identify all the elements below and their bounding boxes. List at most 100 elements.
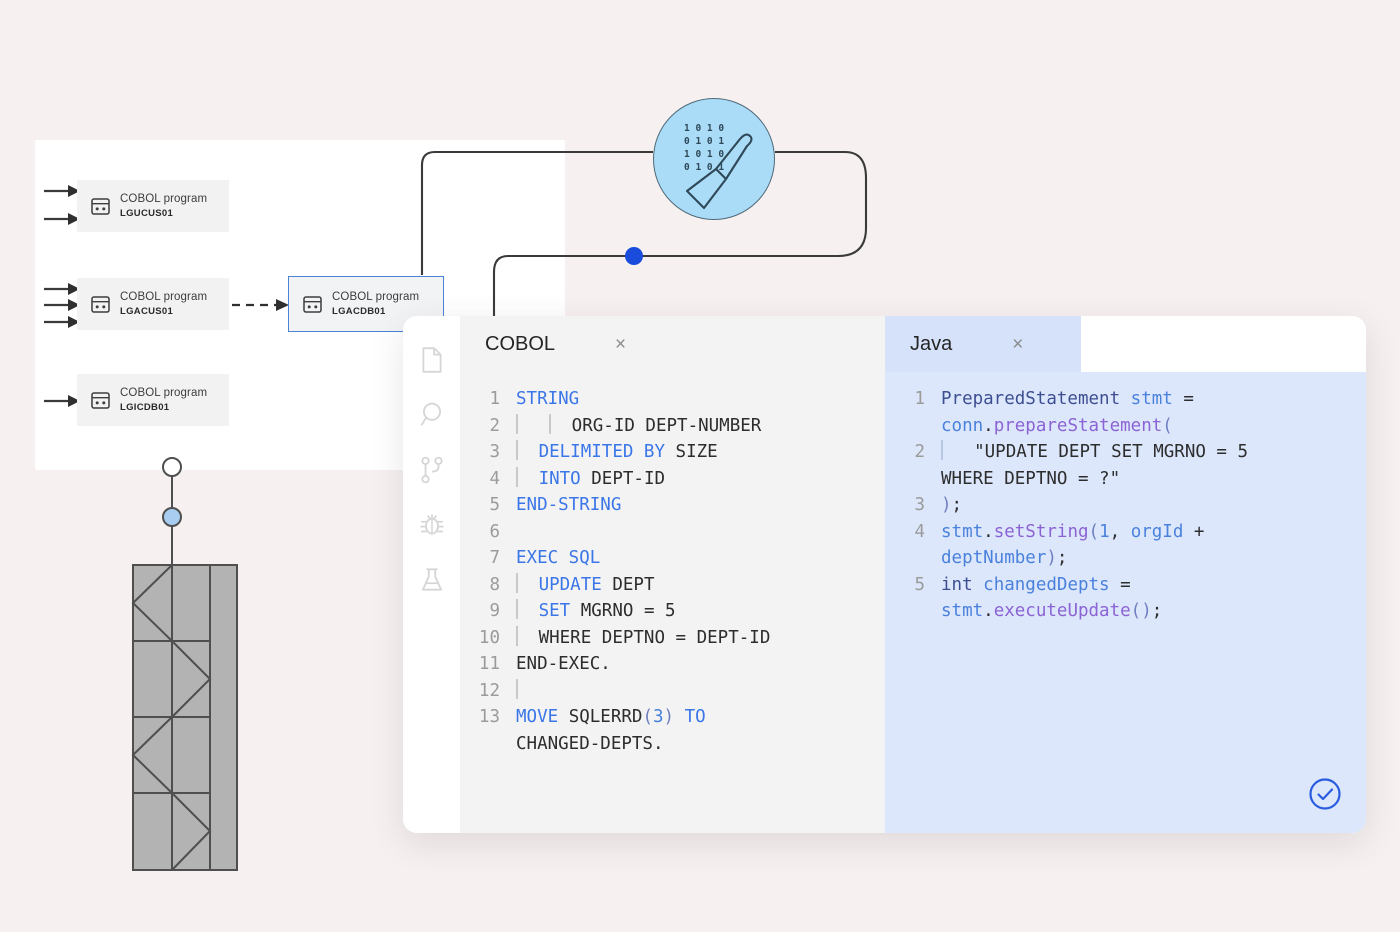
code-text — [516, 678, 885, 705]
line-number: 7 — [489, 548, 500, 568]
node-title: COBOL program — [120, 192, 208, 205]
close-icon[interactable]: × — [1012, 335, 1023, 354]
line-number: 12 — [478, 680, 500, 701]
code-token: () — [1130, 601, 1152, 621]
screenshot-stage: COBOL program LGUCUS01 COBOL program LGA… — [0, 0, 1400, 932]
tabbar-java: Java × — [885, 316, 1366, 372]
tab-java-label: Java — [910, 332, 953, 355]
code-token: . — [983, 601, 994, 621]
code-text: WHERE DEPTNO = DEPT-ID — [516, 625, 885, 652]
code-token: MGRNO = 5 — [570, 601, 676, 621]
code-token: = — [1183, 389, 1194, 409]
code-text: SET MGRNO = 5 — [516, 598, 885, 625]
code-token: ; — [951, 495, 963, 515]
pane-cobol: COBOL × 1 STRING 2 ORG-ID DEPT-NUMBER 3 DEL… — [460, 316, 885, 833]
check-circle-icon[interactable] — [1308, 777, 1342, 811]
code-token: UPDATE — [538, 574, 602, 595]
code-line: 10 WHERE DEPTNO = DEPT-ID — [460, 625, 885, 652]
code-editor-window: COBOL × 1 STRING 2 ORG-ID DEPT-NUMBER 3 DEL… — [403, 316, 1366, 833]
node-id: LGUCUS01 — [120, 208, 174, 220]
diagram-node-lgucus01[interactable]: COBOL program LGUCUS01 — [77, 180, 229, 232]
line-number: 4 — [914, 521, 925, 542]
line-number: 1 — [914, 389, 925, 409]
code-line: 1 PreparedStatement stmt = conn.prepareSt… — [885, 386, 1366, 439]
code-token: "UPDATE DEPT SET MGRNO = 5 WHERE DEPTNO … — [941, 442, 1249, 489]
close-icon[interactable]: × — [615, 335, 626, 354]
code-token: DEPT-ID — [580, 468, 666, 489]
svg-text:1 0 1 0: 1 0 1 0 — [684, 149, 724, 160]
search-icon[interactable] — [419, 401, 445, 429]
code-token: . — [983, 521, 994, 542]
code-token: ORG-ID DEPT-NUMBER — [550, 415, 762, 436]
terminal-window-icon — [91, 197, 110, 215]
code-line: 5 int changedDepts = stmt.executeUpdate()… — [885, 572, 1366, 625]
code-token: END-EXEC. — [516, 654, 611, 674]
svg-text:0 1 0 1: 0 1 0 1 — [684, 136, 724, 147]
code-token: changedDepts — [983, 574, 1110, 595]
code-line: 9 SET MGRNO = 5 — [460, 598, 885, 625]
code-text: MOVE SQLERRD(3) TO CHANGED-DEPTS. — [516, 704, 885, 757]
code-token: setString — [993, 521, 1089, 542]
code-area-cobol[interactable]: 1 STRING 2 ORG-ID DEPT-NUMBER 3 DELIMITED B… — [460, 372, 885, 833]
terminal-window-icon — [303, 295, 322, 313]
code-token: 3 — [653, 707, 664, 727]
code-line: 1 STRING — [460, 386, 885, 413]
code-area-java[interactable]: 1 PreparedStatement stmt = conn.prepareSt… — [885, 372, 1366, 833]
bug-icon[interactable] — [419, 511, 445, 539]
branch-icon[interactable] — [419, 456, 445, 484]
code-line: 12 — [460, 678, 885, 705]
code-line: 11 END-EXEC. — [460, 651, 885, 678]
code-token: ( — [642, 707, 653, 727]
code-line: 5 END-STRING — [460, 492, 885, 519]
code-token: stmt — [941, 601, 984, 621]
line-number: 4 — [489, 468, 500, 489]
code-token: stmt — [941, 521, 984, 542]
tab-java[interactable]: Java × — [885, 316, 1081, 372]
binary-wand-icon: 1 0 1 0 0 1 0 1 1 0 1 0 0 1 0 1 — [684, 123, 753, 210]
code-token: ) — [1046, 548, 1057, 568]
code-text: PreparedStatement stmt = conn.prepareSta… — [941, 386, 1366, 439]
code-token: INTO — [538, 468, 581, 489]
code-token: TO — [684, 707, 706, 727]
diagram-node-lgacus01[interactable]: COBOL program LGACUS01 — [77, 278, 229, 330]
indent-guide — [516, 678, 518, 699]
code-text: END-STRING — [516, 492, 885, 519]
node-title: COBOL program — [120, 290, 208, 303]
code-token: ) — [663, 707, 675, 727]
code-token: PreparedStatement — [941, 389, 1121, 409]
code-token: = — [1120, 574, 1131, 595]
code-token: prepareStatement — [993, 415, 1163, 436]
code-text: DELIMITED BY SIZE — [516, 439, 885, 466]
code-token: SQLERRD — [558, 707, 643, 727]
code-text: stmt.setString(1, orgId + deptNumber); — [941, 519, 1366, 572]
diagram-node-lgicdb01[interactable]: COBOL program LGICDB01 — [77, 374, 229, 426]
file-icon[interactable] — [419, 346, 445, 374]
code-text: INTO DEPT-ID — [516, 466, 885, 493]
ai-transform-badge: 1 0 1 0 0 1 0 1 1 0 1 0 0 1 0 1 — [653, 98, 775, 220]
code-token: , — [1109, 521, 1131, 542]
code-token: SIZE — [665, 442, 718, 462]
tab-cobol[interactable]: COBOL × — [460, 316, 682, 372]
code-token: ( — [1162, 415, 1173, 436]
code-line: 4 stmt.setString(1, orgId + deptNumber); — [885, 519, 1366, 572]
code-token: ; — [1151, 601, 1163, 621]
code-token: deptNumber — [941, 548, 1047, 568]
line-number: 6 — [489, 521, 500, 542]
code-text: "UPDATE DEPT SET MGRNO = 5 WHERE DEPTNO … — [941, 439, 1366, 492]
node-id: LGACDB01 — [332, 306, 386, 318]
tab-cobol-label: COBOL — [485, 332, 556, 355]
flask-icon[interactable] — [419, 566, 445, 594]
code-token: CHANGED-DEPTS. — [516, 733, 664, 754]
code-token: stmt — [1130, 389, 1173, 409]
code-token: SET — [538, 601, 571, 621]
code-token: conn — [941, 415, 984, 436]
code-token: EXEC SQL — [516, 548, 601, 568]
code-line: 2 ORG-ID DEPT-NUMBER — [460, 413, 885, 440]
